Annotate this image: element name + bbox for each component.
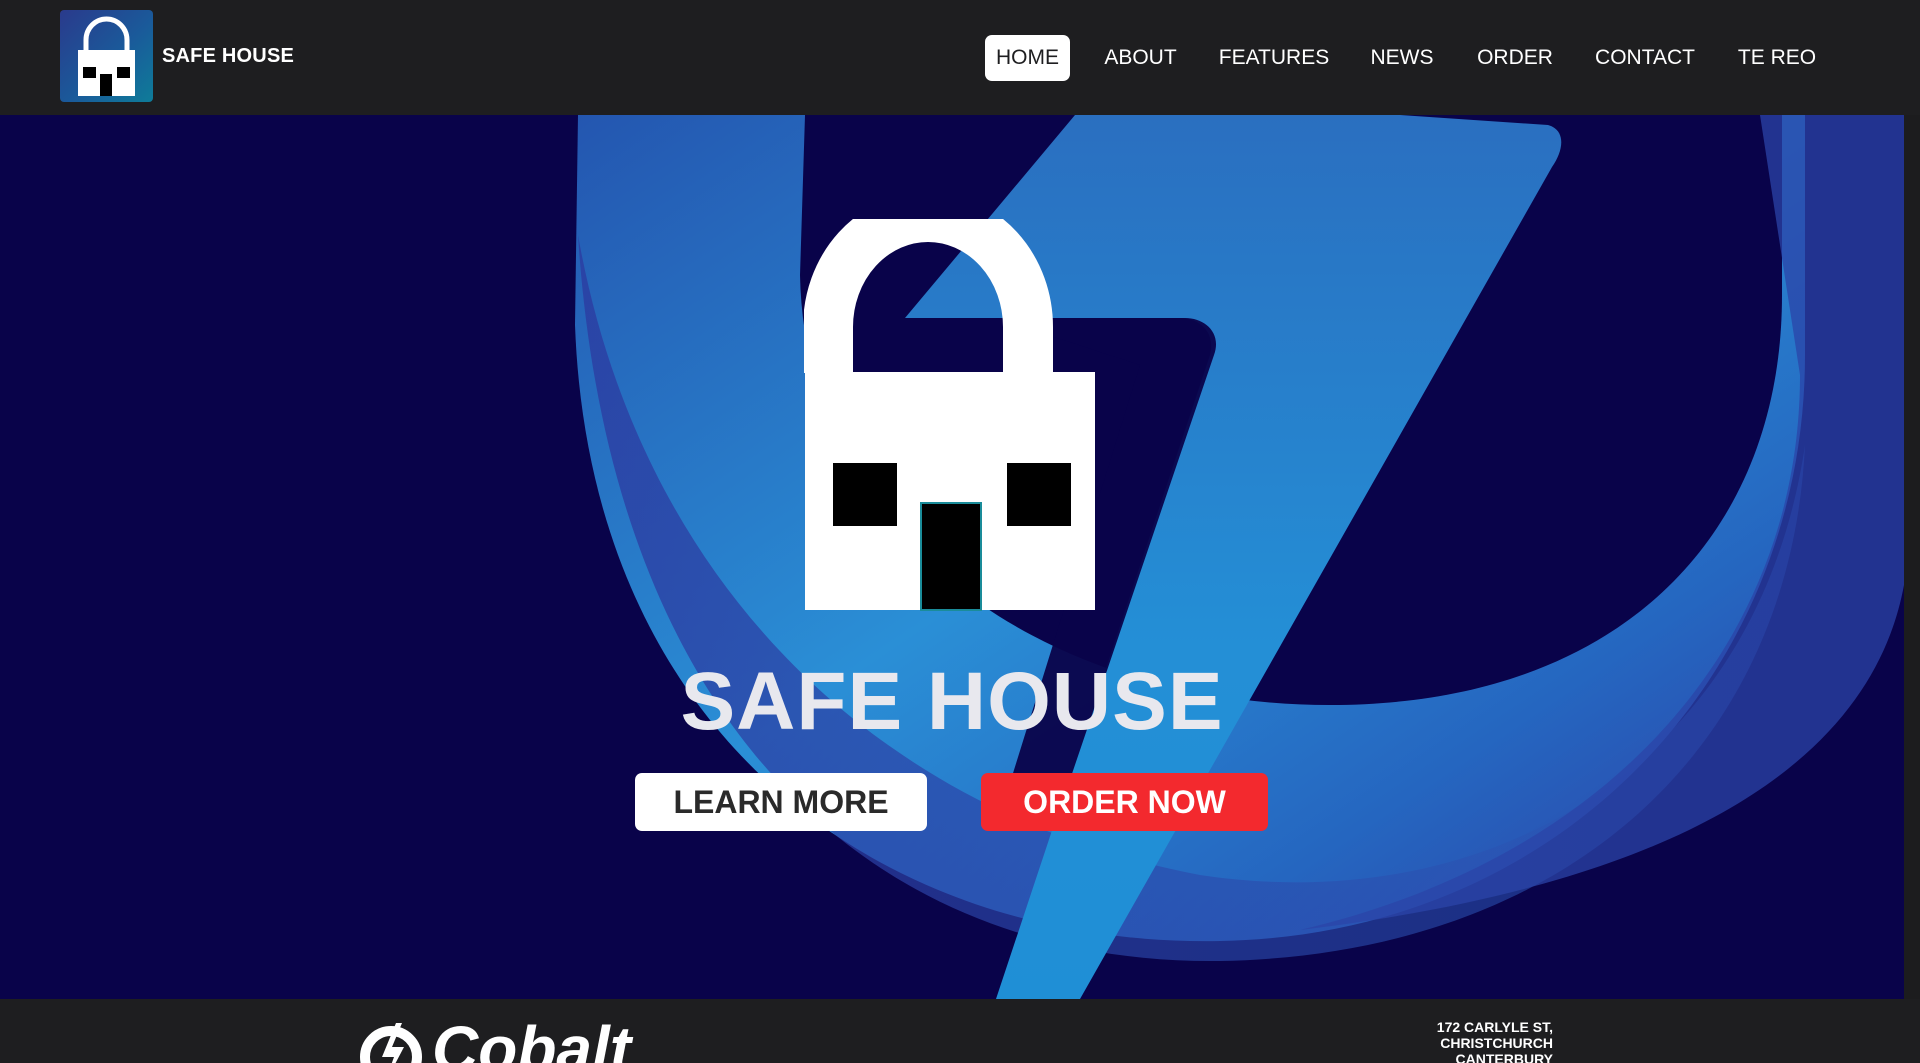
main-nav: HOME ABOUT FEATURES NEWS ORDER CONTACT T… [0,35,1920,81]
address-line: CHRISTCHURCH [1440,1035,1553,1051]
site-footer: Cobalt 172 CARLYLE ST, CHRISTCHURCH CANT… [0,999,1920,1063]
learn-more-button[interactable]: LEARN MORE [635,773,927,831]
address-line: 172 CARLYLE ST, [1436,1019,1553,1035]
nav-home[interactable]: HOME [985,35,1070,81]
footer-logo[interactable]: Cobalt [356,1017,631,1063]
nav-about[interactable]: ABOUT [1098,35,1183,81]
nav-te-reo[interactable]: TE REO [1733,35,1821,81]
padlock-house-icon [803,192,1096,626]
footer-address: 172 CARLYLE ST, CHRISTCHURCH CANTERBURY [1437,1019,1553,1063]
nav-contact[interactable]: CONTACT [1592,35,1698,81]
address-line: CANTERBURY [1455,1051,1553,1063]
nav-features[interactable]: FEATURES [1214,35,1334,81]
cobalt-logo-icon [360,1023,422,1063]
nav-news[interactable]: NEWS [1364,35,1440,81]
site-header: SAFE HOUSE HOME ABOUT FEATURES NEWS ORDE… [0,0,1920,115]
order-now-button[interactable]: ORDER NOW [981,773,1268,831]
hero-title: SAFE HOUSE [680,656,1224,747]
hero-section: SAFE HOUSE LEARN MORE ORDER NOW [0,115,1904,999]
footer-logo-text: Cobalt [432,1013,632,1063]
nav-order[interactable]: ORDER [1472,35,1558,81]
